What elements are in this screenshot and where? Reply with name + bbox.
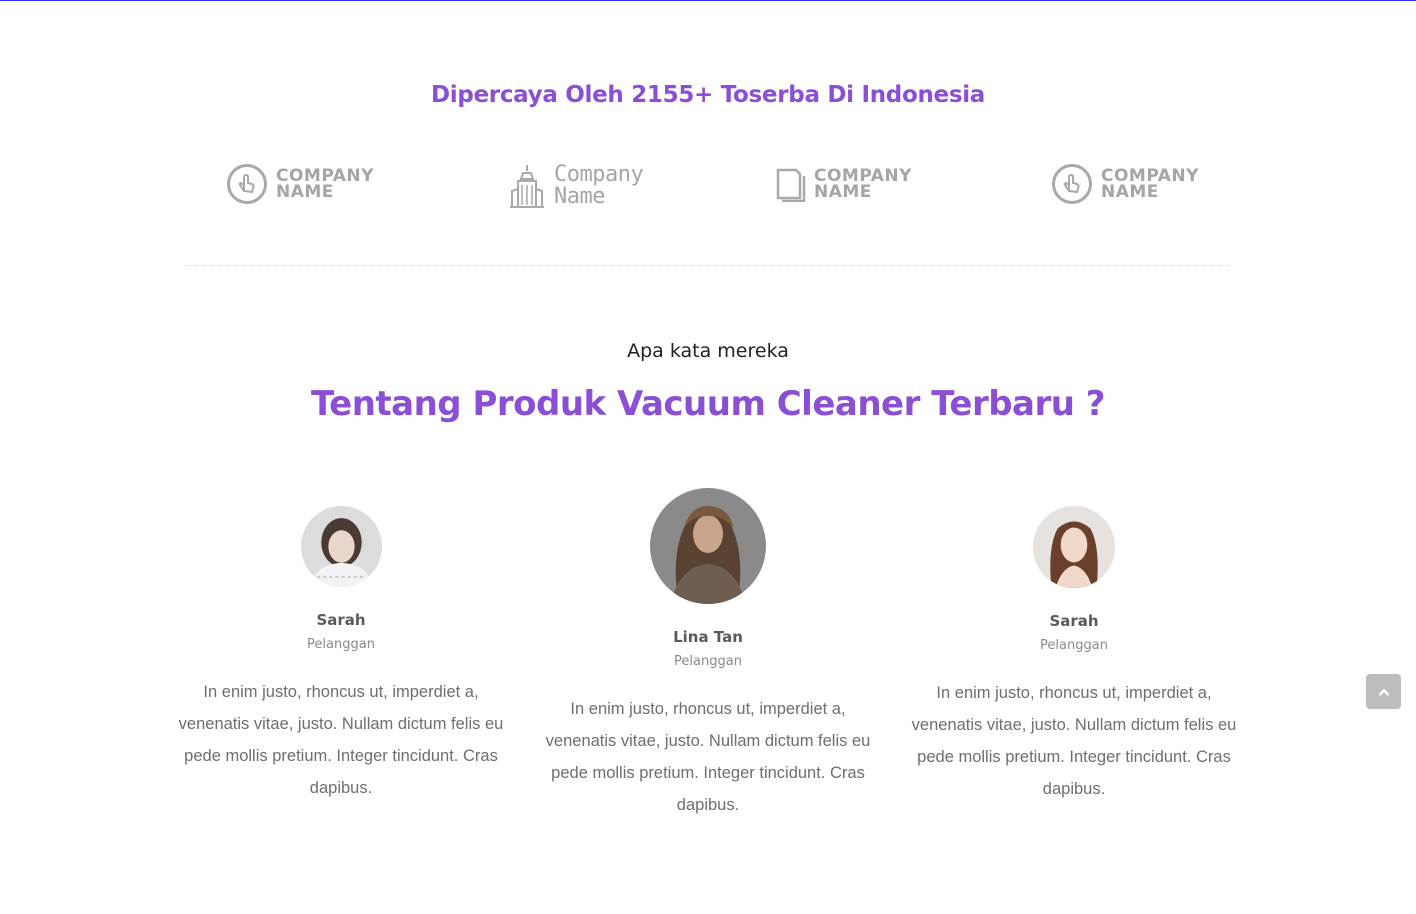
client-logo: COMPANY NAME bbox=[1051, 158, 1199, 210]
testimonial-role: Pelanggan bbox=[674, 654, 742, 669]
scroll-to-top-button[interactable] bbox=[1366, 674, 1401, 709]
client-logo: COMPANY NAME bbox=[226, 158, 374, 210]
client-logo: COMPANY NAME bbox=[776, 158, 912, 210]
pointer-hand-icon bbox=[226, 163, 268, 205]
testimonial-text: In enim justo, rhoncus ut, imperdiet a, … bbox=[178, 683, 504, 797]
testimonial-card: Sarah Pelanggan In enim justo, rhoncus u… bbox=[909, 506, 1239, 805]
pointer-hand-icon bbox=[1051, 163, 1093, 205]
trusted-heading: Dipercaya Oleh 2155+ Toserba Di Indonesi… bbox=[430, 82, 986, 108]
building-icon bbox=[508, 163, 546, 209]
section-divider bbox=[186, 265, 1230, 266]
testimonial-role: Pelanggan bbox=[1040, 638, 1108, 653]
client-logos: COMPANY NAME Company Name COMPANY NAME C… bbox=[0, 158, 1416, 210]
testimonial-name: Lina Tan bbox=[673, 628, 743, 646]
logo-text-line1: Company bbox=[554, 162, 644, 187]
logo-text-line2: Name bbox=[554, 184, 605, 209]
testimonial-card: Lina Tan Pelanggan In enim justo, rhoncu… bbox=[543, 488, 873, 821]
testimonials-title: Tentang Produk Vacuum Cleaner Terbaru ? bbox=[310, 384, 1106, 424]
testimonials-kicker: Apa kata mereka bbox=[627, 340, 789, 362]
logo-text-line2: NAME bbox=[1101, 182, 1159, 202]
testimonial-name: Sarah bbox=[316, 611, 366, 629]
chevron-up-icon bbox=[1378, 683, 1390, 701]
avatar bbox=[1033, 506, 1115, 588]
testimonial-card: Sarah Pelanggan In enim justo, rhoncus u… bbox=[176, 506, 506, 804]
testimonial-text: In enim justo, rhoncus ut, imperdiet a, … bbox=[545, 700, 871, 814]
testimonial-text: In enim justo, rhoncus ut, imperdiet a, … bbox=[911, 684, 1237, 798]
testimonial-role: Pelanggan bbox=[307, 637, 375, 652]
logo-text-line2: NAME bbox=[814, 182, 872, 202]
client-logo: Company Name bbox=[508, 160, 644, 212]
top-border-line bbox=[0, 0, 1416, 1]
logo-text-line2: NAME bbox=[276, 182, 334, 202]
testimonial-name: Sarah bbox=[1049, 612, 1099, 630]
document-stack-icon bbox=[776, 166, 806, 202]
avatar bbox=[650, 488, 766, 604]
avatar bbox=[300, 506, 382, 587]
